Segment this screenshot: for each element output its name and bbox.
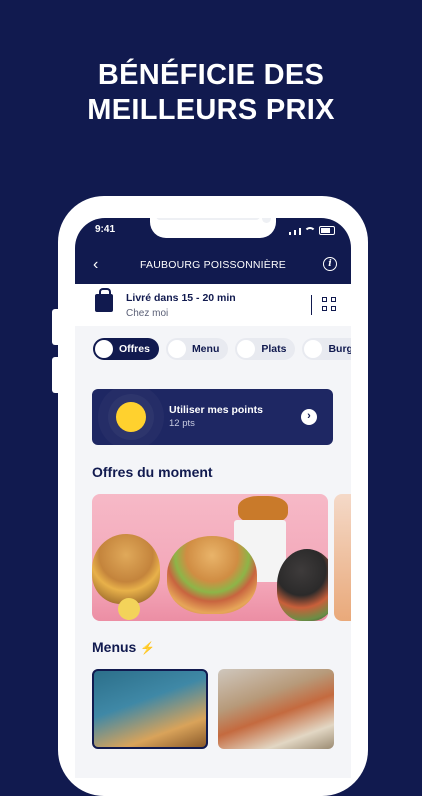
tab-offres[interactable]: Offres [93,338,159,360]
app-screen: 9:41 ‹ FAUBOURG POISSONNIÈRE i Livré dan… [75,218,351,778]
shopping-bag-icon [95,288,113,312]
signal-icon [299,228,301,235]
burger-image [167,536,257,614]
nav-bar: ‹ FAUBOURG POISSONNIÈRE i [75,248,351,284]
divider [311,295,312,315]
menu-card[interactable] [92,669,208,749]
page-title: FAUBOURG POISSONNIÈRE [140,259,286,271]
status-icons [289,226,335,235]
tab-menu[interactable]: Menu [165,338,229,360]
tab-label: Plats [261,343,287,355]
grid-view-icon[interactable] [322,297,337,312]
points-value: 12 pts [169,418,195,429]
lightning-icon: ⚡ [140,641,156,655]
section-title-menus: Menus ⚡ [92,639,155,655]
info-icon[interactable]: i [323,257,337,271]
tab-icon [237,340,256,358]
delivery-info[interactable]: Livré dans 15 - 20 min Chez moi [75,284,351,326]
speaker [156,218,260,220]
headline-line-2: MEILLEURS PRIX [87,94,335,126]
delivery-time: Livré dans 15 - 20 min [126,292,236,304]
offer-card[interactable] [334,494,351,621]
category-tabs: Offres Menu Plats Burg [93,338,351,360]
tab-icon [167,340,186,358]
chevron-right-icon[interactable]: › [301,409,317,425]
tab-plats[interactable]: Plats [235,338,296,360]
section-title-menus-label: Menus [92,639,137,655]
lemon-image [118,598,140,620]
tab-label: Offres [119,343,150,355]
signal-icon [294,230,296,235]
menu-card[interactable] [218,669,334,749]
camera [262,218,271,223]
headline: BÉNÉFICIE DES MEILLEURS PRIX [0,58,422,128]
burger-image [92,534,160,604]
battery-icon [319,226,335,235]
wifi-icon [304,227,316,235]
tab-icon [95,340,113,358]
burger-image [277,549,328,621]
loyalty-points-card[interactable]: Utiliser mes points 12 pts › [92,389,333,445]
offer-card[interactable] [92,494,328,621]
signal-icon [289,232,291,235]
delivery-address: Chez moi [126,308,169,319]
tab-icon [304,340,323,358]
sun-icon [116,402,146,432]
tab-burgers[interactable]: Burg [302,338,351,360]
headline-line-1: BÉNÉFICIE DES [97,59,325,91]
tab-label: Menu [191,343,220,355]
tab-label: Burg [328,343,351,355]
status-time: 9:41 [95,224,116,235]
phone-notch [150,218,276,238]
section-title-offers: Offres du moment [92,464,213,480]
points-title: Utiliser mes points [169,404,263,416]
